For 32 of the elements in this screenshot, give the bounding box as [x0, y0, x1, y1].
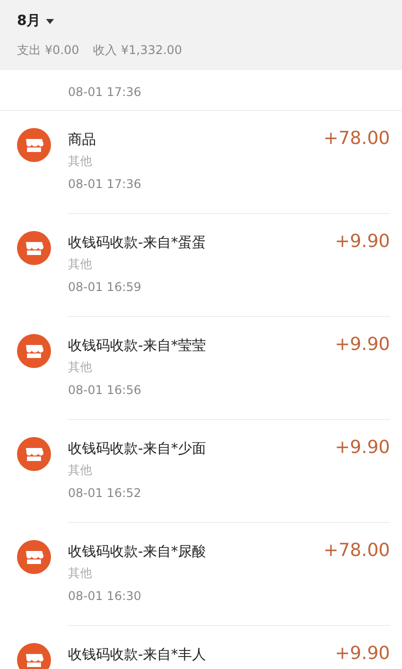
- transaction-category: 其他: [68, 462, 93, 479]
- transaction-category: 其他: [68, 359, 93, 376]
- shop-icon: [17, 231, 51, 265]
- transaction-amount: +78.00: [323, 540, 390, 561]
- shop-icon: [17, 540, 51, 574]
- transaction-time: 08-01 16:59: [68, 280, 142, 294]
- transaction-amount: +9.90: [334, 334, 390, 355]
- transaction-title: 收钱码收款-来自*尿酸: [68, 542, 206, 560]
- transaction-amount: +78.00: [323, 128, 390, 149]
- shop-icon: [17, 437, 51, 471]
- transaction-amount: +9.90: [334, 437, 390, 458]
- transaction-title: 收钱码收款-来自*莹莹: [68, 336, 206, 354]
- transaction-time: 08-01 17:36: [68, 85, 142, 99]
- transaction-time: 08-01 16:30: [68, 589, 142, 603]
- transaction-time: 08-01 16:56: [68, 383, 142, 397]
- transaction-category: 其他: [68, 256, 93, 273]
- transaction-time: 08-01 17:36: [68, 177, 142, 191]
- transaction-amount: +9.90: [334, 231, 390, 252]
- transaction-category: 其他: [68, 153, 93, 170]
- transaction-amount: +9.90: [334, 643, 390, 664]
- transaction-title: 收钱码收款-来自*少面: [68, 440, 206, 458]
- summary-text: 收入 ¥1,332.00: [93, 42, 182, 59]
- summary-text: 支出 ¥0.00: [17, 42, 80, 59]
- transaction-category: 其他: [68, 565, 93, 582]
- transaction-time: 08-01 16:52: [68, 486, 142, 500]
- transaction-title: 收钱码收款-来自*蛋蛋: [68, 234, 206, 252]
- shop-icon: [17, 334, 51, 368]
- transaction-title: 收钱码收款-来自*丰人: [68, 646, 206, 664]
- transaction-title: 商品: [68, 130, 96, 148]
- caret-icon[interactable]: [46, 18, 54, 24]
- month-selector[interactable]: 8月: [17, 12, 41, 30]
- shop-icon: [17, 128, 51, 162]
